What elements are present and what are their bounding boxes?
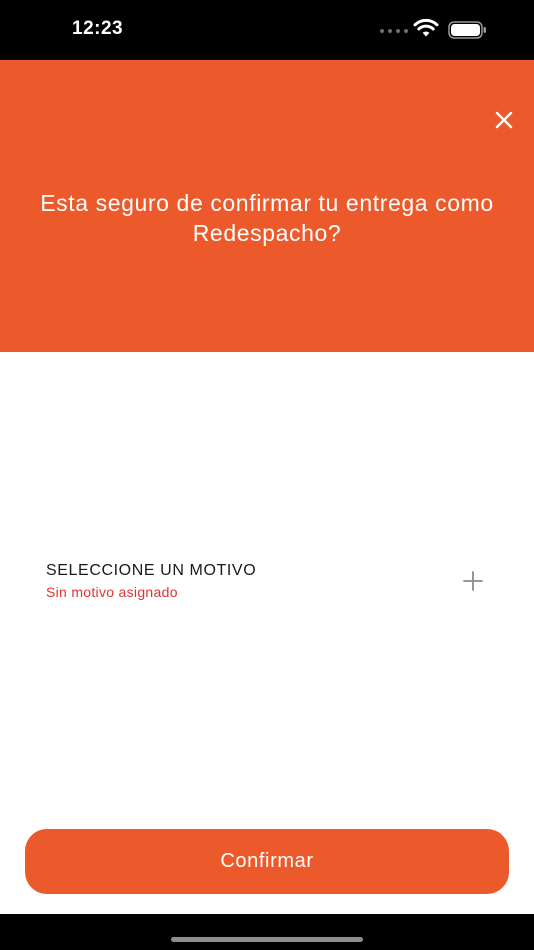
home-area [0,914,534,950]
confirmation-header: Esta seguro de confirmar tu entrega como… [0,60,534,352]
signal-dots-icon [380,29,408,33]
confirm-button[interactable]: Confirmar [25,829,509,894]
home-indicator[interactable] [171,937,363,942]
select-reason-row[interactable]: SELECCIONE UN MOTIVO Sin motivo asignado [0,556,534,608]
status-time: 12:23 [72,18,124,39]
battery-icon [448,21,486,39]
delivery-confirmation-screen: 12:23 Esta seguro de confirmar tu entreg… [0,0,534,950]
plus-icon[interactable] [461,569,485,593]
wifi-icon [413,18,439,37]
confirmation-question: Esta seguro de confirmar tu entrega como… [40,190,494,246]
close-button[interactable] [490,106,518,134]
no-reason-assigned-text: Sin motivo asignado [46,584,178,600]
select-reason-label: SELECCIONE UN MOTIVO [46,562,257,579]
status-bar: 12:23 [0,0,534,60]
close-icon [495,111,513,129]
